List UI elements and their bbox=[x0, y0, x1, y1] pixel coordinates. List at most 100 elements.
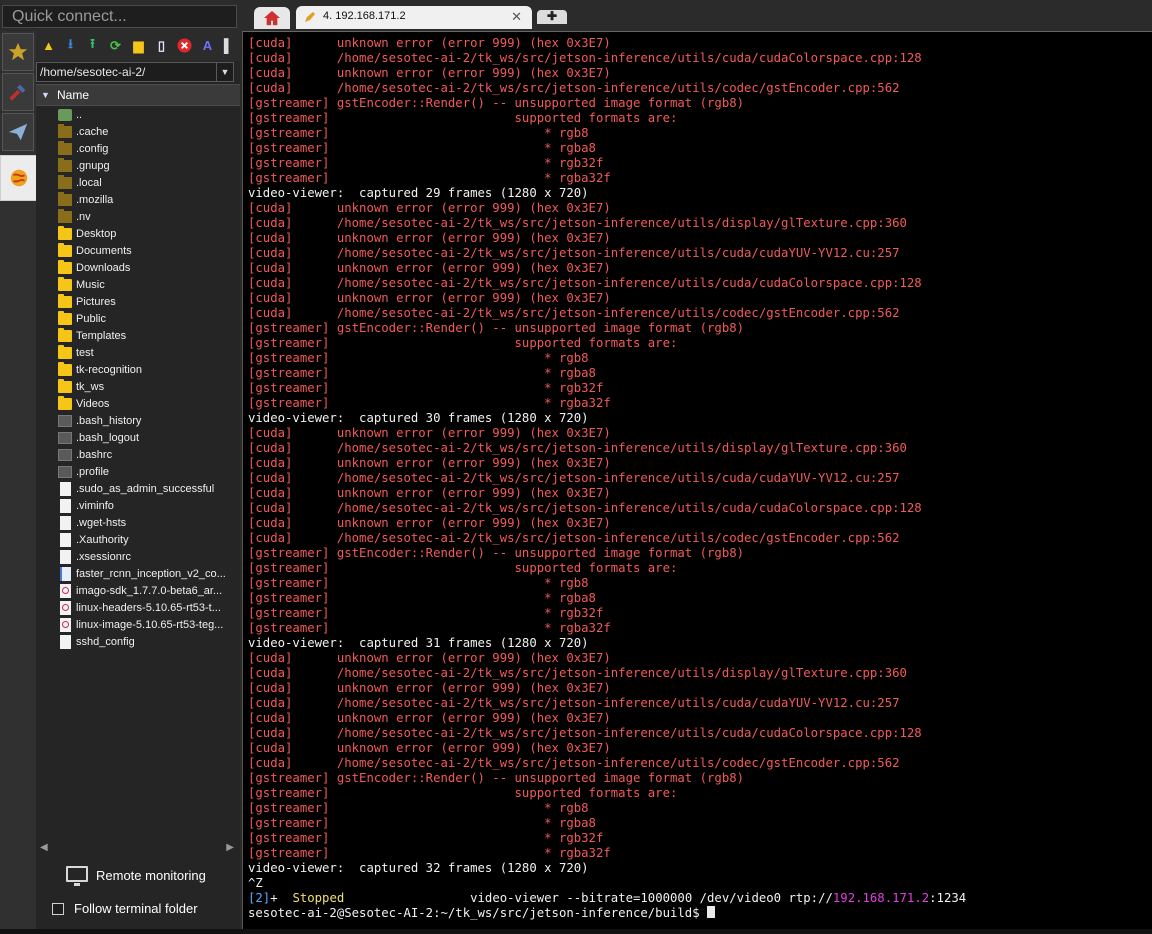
terminal-text: [gstreamer] supported formats are: bbox=[248, 786, 678, 800]
file-list-item[interactable]: linux-headers-5.10.65-rt53-t... bbox=[58, 600, 238, 617]
horizontal-scrollbar[interactable]: ◀ ▶ bbox=[36, 842, 240, 856]
terminal-text: [cuda] unknown error (error 999) (hex 0x… bbox=[248, 36, 611, 50]
file-list-item[interactable]: .profile bbox=[58, 464, 238, 481]
rename-icon[interactable]: A bbox=[199, 37, 216, 54]
file-list-item[interactable]: tk-recognition bbox=[58, 362, 238, 379]
file-list-item[interactable]: tk_ws bbox=[58, 379, 238, 396]
terminal-text: [gstreamer] supported formats are: bbox=[248, 336, 678, 350]
file-list-item[interactable]: Templates bbox=[58, 328, 238, 345]
terminal-line: [gstreamer] gstEncoder::Render() -- unsu… bbox=[248, 546, 966, 561]
file-list-item[interactable]: .gnupg bbox=[58, 158, 238, 175]
terminal-line: [cuda] /home/sesotec-ai-2/tk_ws/src/jets… bbox=[248, 471, 966, 486]
file-list-item[interactable]: .viminfo bbox=[58, 498, 238, 515]
file-list-item[interactable]: Videos bbox=[58, 396, 238, 413]
file-list-item[interactable]: Downloads bbox=[58, 260, 238, 277]
new-folder-icon[interactable]: ▆ bbox=[130, 37, 147, 54]
terminal-line: [cuda] /home/sesotec-ai-2/tk_ws/src/jets… bbox=[248, 216, 966, 231]
terminal-text: video-viewer: captured 30 frames (1280 x… bbox=[248, 411, 589, 425]
quick-connect-input[interactable]: Quick connect... bbox=[2, 5, 237, 28]
file-list-item[interactable]: .mozilla bbox=[58, 192, 238, 209]
scroll-left-icon[interactable]: ◀ bbox=[40, 842, 48, 853]
tab-session[interactable]: 4. 192.168.171.2 ✕ bbox=[296, 6, 532, 29]
terminal-text: [gstreamer] * rgba32f bbox=[248, 846, 611, 860]
scroll-right-icon[interactable]: ▶ bbox=[226, 842, 234, 853]
file-list-item[interactable]: .sudo_as_admin_successful bbox=[58, 481, 238, 498]
folder-icon bbox=[58, 345, 72, 359]
file-list-item[interactable]: Music bbox=[58, 277, 238, 294]
home-tab[interactable] bbox=[254, 7, 290, 29]
chevron-down-icon[interactable]: ▼ bbox=[216, 63, 233, 81]
file-list-item[interactable]: Desktop bbox=[58, 226, 238, 243]
terminal[interactable]: [cuda] unknown error (error 999) (hex 0x… bbox=[242, 31, 1152, 934]
terminal-line: [gstreamer] * rgba32f bbox=[248, 396, 966, 411]
terminal-text: [cuda] /home/sesotec-ai-2/tk_ws/src/jets… bbox=[248, 246, 900, 260]
terminal-text: [cuda] /home/sesotec-ai-2/tk_ws/src/jets… bbox=[248, 531, 900, 545]
folder-icon bbox=[58, 260, 72, 274]
terminal-line: [cuda] /home/sesotec-ai-2/tk_ws/src/jets… bbox=[248, 531, 966, 546]
file-name: Documents bbox=[76, 245, 132, 257]
file-list-item[interactable]: .Xauthority bbox=[58, 532, 238, 549]
terminal-line: [gstreamer] * rgb32f bbox=[248, 156, 966, 171]
file-list-item[interactable]: .config bbox=[58, 141, 238, 158]
hidden-folder-icon bbox=[58, 141, 72, 155]
file-list-item[interactable]: imago-sdk_1.7.7.0-beta6_ar... bbox=[58, 583, 238, 600]
terminal-text: [gstreamer] gstEncoder::Render() -- unsu… bbox=[248, 771, 745, 785]
file-name: Desktop bbox=[76, 228, 117, 240]
terminal-cursor bbox=[707, 906, 716, 918]
terminal-text: [gstreamer] * rgb8 bbox=[248, 351, 589, 365]
terminal-line: [gstreamer] * rgba32f bbox=[248, 171, 966, 186]
refresh-icon[interactable]: ⟳ bbox=[107, 37, 124, 54]
upload-icon[interactable]: ⭱ bbox=[84, 36, 101, 54]
file-name: tk_ws bbox=[76, 381, 105, 393]
file-list-item[interactable]: .wget-hsts bbox=[58, 515, 238, 532]
terminal-text: [cuda] unknown error (error 999) (hex 0x… bbox=[248, 426, 611, 440]
file-list-item[interactable]: .bashrc bbox=[58, 447, 238, 464]
follow-terminal-checkbox[interactable]: Follow terminal folder bbox=[52, 899, 240, 919]
file-list-item[interactable]: sshd_config bbox=[58, 634, 238, 651]
path-field[interactable]: /home/sesotec-ai-2/ ▼ bbox=[36, 62, 234, 82]
close-icon[interactable]: ✕ bbox=[511, 9, 522, 25]
file-list-item[interactable]: .nv bbox=[58, 209, 238, 226]
terminal-line: [gstreamer] supported formats are: bbox=[248, 561, 966, 576]
file-list-item[interactable]: Public bbox=[58, 311, 238, 328]
file-list-item[interactable]: Documents bbox=[58, 243, 238, 260]
file-list-item[interactable]: .local bbox=[58, 175, 238, 192]
terminal-line: [cuda] unknown error (error 999) (hex 0x… bbox=[248, 681, 966, 696]
file-list-item[interactable]: faster_rcnn_inception_v2_co... bbox=[58, 566, 238, 583]
new-tab-button[interactable]: ✚ bbox=[537, 10, 567, 24]
file-list-item[interactable]: linux-image-5.10.65-rt53-teg... bbox=[58, 617, 238, 634]
remote-monitoring-button[interactable]: Remote monitoring bbox=[66, 865, 236, 887]
file-name: faster_rcnn_inception_v2_co... bbox=[76, 568, 226, 580]
file-list-item[interactable]: .bash_history bbox=[58, 413, 238, 430]
send-icon[interactable] bbox=[2, 113, 34, 151]
file-list-item[interactable]: Pictures bbox=[58, 294, 238, 311]
file-name: .bash_history bbox=[76, 415, 142, 427]
file-name: .sudo_as_admin_successful bbox=[76, 483, 215, 495]
new-file-icon[interactable]: ▯ bbox=[153, 37, 170, 54]
column-header-name[interactable]: ▼ Name bbox=[36, 84, 240, 106]
sftp-icon[interactable] bbox=[0, 155, 38, 201]
tools-icon[interactable] bbox=[2, 73, 34, 111]
file-list-item[interactable]: .. bbox=[58, 107, 238, 124]
download-icon[interactable]: ⭳ bbox=[62, 36, 79, 54]
terminal-text: [cuda] unknown error (error 999) (hex 0x… bbox=[248, 711, 611, 725]
file-list-item[interactable]: .cache bbox=[58, 124, 238, 141]
hidden-folder-icon bbox=[58, 124, 72, 138]
terminal-line: [gstreamer] * rgba8 bbox=[248, 816, 966, 831]
file-icon bbox=[60, 635, 71, 649]
terminal-line: [gstreamer] * rgb32f bbox=[248, 831, 966, 846]
checkbox-box[interactable] bbox=[52, 903, 64, 915]
terminal-text: [cuda] /home/sesotec-ai-2/tk_ws/src/jets… bbox=[248, 81, 900, 95]
hidden-folder-icon bbox=[58, 209, 72, 223]
star-icon[interactable] bbox=[2, 33, 34, 71]
parent-folder-icon[interactable]: ▲ bbox=[40, 37, 57, 54]
terminal-text: Stopped bbox=[292, 891, 345, 905]
file-list-item[interactable]: .xsessionrc bbox=[58, 549, 238, 566]
terminal-line: [cuda] unknown error (error 999) (hex 0x… bbox=[248, 456, 966, 471]
file-name: sshd_config bbox=[76, 636, 135, 648]
file-list-item[interactable]: test bbox=[58, 345, 238, 362]
terminal-line: [cuda] unknown error (error 999) (hex 0x… bbox=[248, 231, 966, 246]
file-list-item[interactable]: .bash_logout bbox=[58, 430, 238, 447]
delete-icon[interactable] bbox=[176, 37, 193, 54]
more-icon[interactable]: ▌ bbox=[220, 37, 237, 54]
